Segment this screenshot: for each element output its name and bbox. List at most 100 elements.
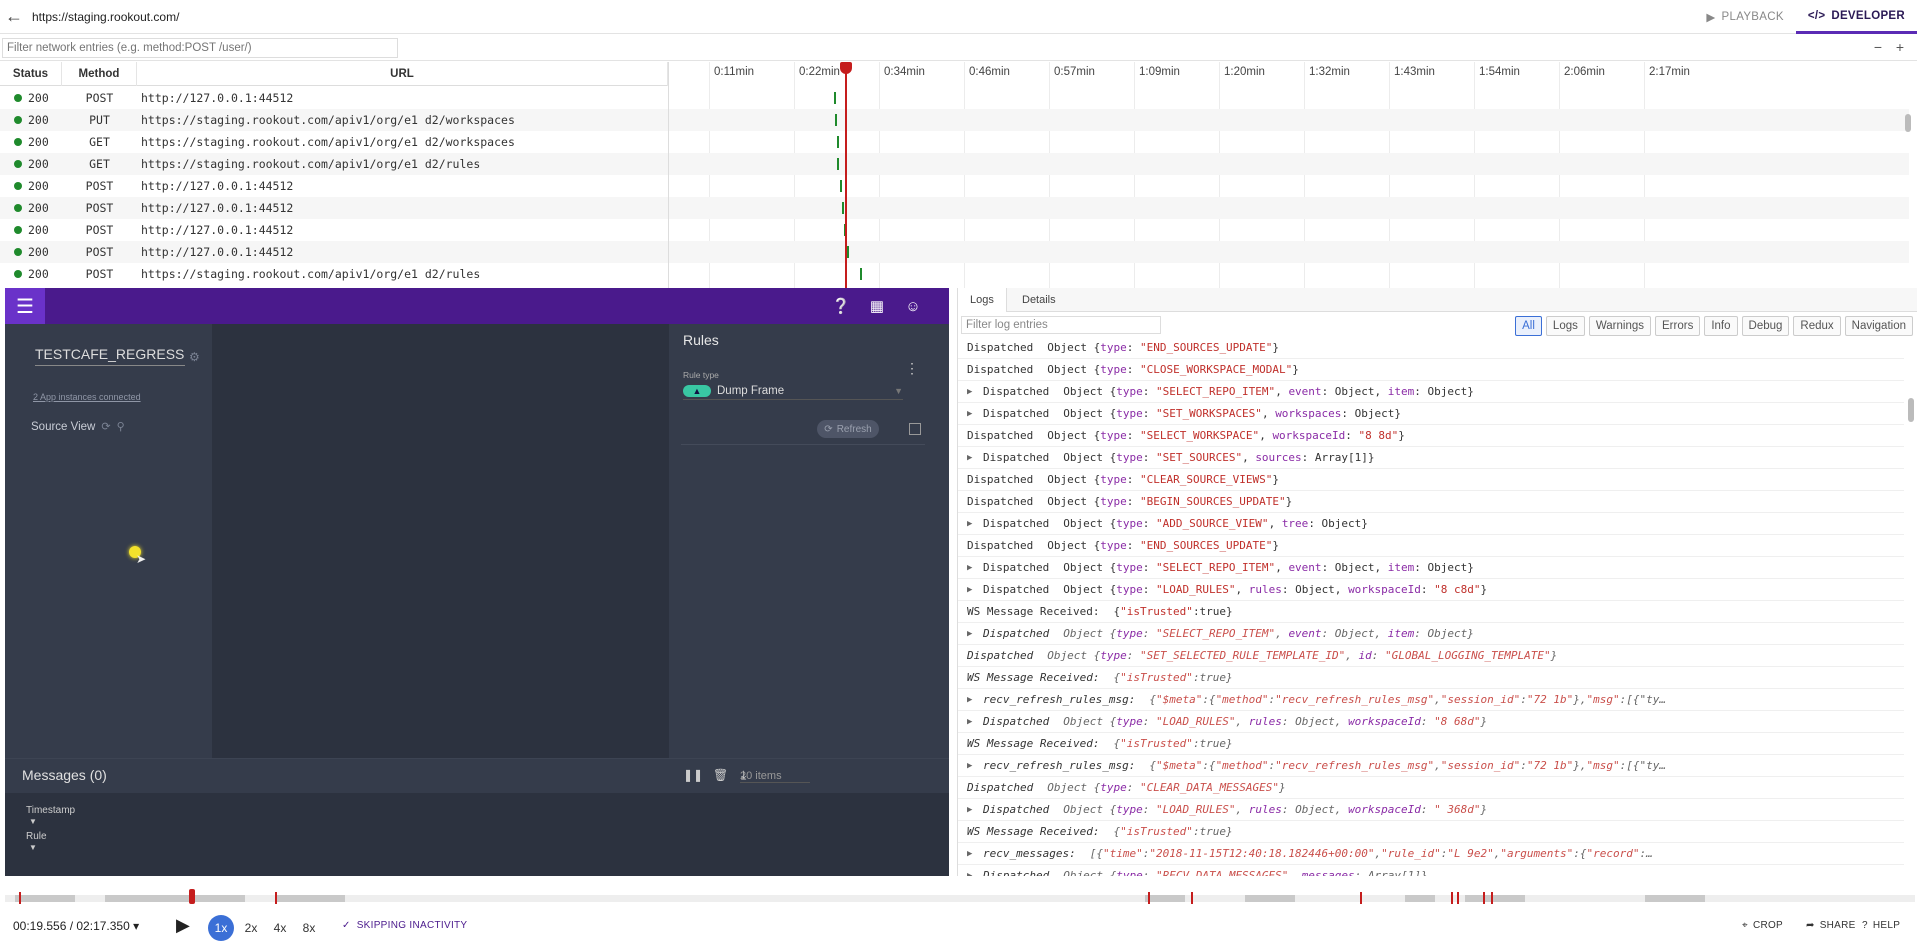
select-all-checkbox[interactable]: [909, 423, 921, 435]
request-timing-bar[interactable]: [835, 114, 837, 126]
level-filter-logs[interactable]: Logs: [1545, 316, 1585, 336]
expand-triangle-icon[interactable]: ▶: [967, 849, 983, 859]
hamburger-menu-icon[interactable]: ☰: [5, 288, 45, 324]
error-event-marker[interactable]: [1360, 892, 1362, 904]
pause-icon[interactable]: ❚❚: [683, 768, 703, 782]
network-row[interactable]: 200 POST http://127.0.0.1:44512: [0, 241, 668, 263]
status-column-header[interactable]: Status: [0, 62, 62, 86]
error-event-marker[interactable]: [275, 892, 277, 904]
trash-icon[interactable]: 🗑: [713, 768, 728, 782]
developer-mode-button[interactable]: </> DEVELOPER: [1795, 0, 1917, 34]
log-entry[interactable]: ▶ Dispatched Object {type: "SELECT_REPO_IT…: [958, 557, 1904, 579]
items-per-page-select[interactable]: 20 items: [740, 770, 810, 783]
expand-triangle-icon[interactable]: ▶: [967, 695, 983, 705]
playback-time[interactable]: 00:19.556 / 02:17.350 ▾: [13, 919, 139, 933]
network-row[interactable]: 200 POST http://127.0.0.1:44512: [0, 219, 668, 241]
search-icon[interactable]: ⚲: [117, 420, 125, 433]
help-circle-icon[interactable]: ❔: [831, 296, 851, 316]
log-entry[interactable]: ▶ recv_refresh_rules_msg: {"$meta":{"metho…: [958, 755, 1904, 777]
level-filter-all[interactable]: All: [1515, 316, 1542, 336]
rule-type-select[interactable]: ▲ Dump Frame ▼: [683, 382, 903, 400]
chevron-down-icon[interactable]: ▼: [29, 843, 37, 852]
log-entry[interactable]: ▶ Dispatched Object {type: "SELECT_REPO_IT…: [958, 623, 1904, 645]
network-row[interactable]: 200 POST http://127.0.0.1:44512: [0, 87, 668, 109]
error-event-marker[interactable]: [1457, 892, 1459, 904]
log-entry[interactable]: ▶ Dispatched Object {type: "SET_SOURCES", …: [958, 447, 1904, 469]
expand-triangle-icon[interactable]: ▶: [967, 409, 983, 419]
gear-icon[interactable]: ⚙: [189, 350, 200, 364]
expand-triangle-icon[interactable]: ▶: [967, 387, 983, 397]
expand-triangle-icon[interactable]: ▶: [967, 563, 983, 573]
help-button[interactable]: ? HELP: [1862, 920, 1900, 931]
request-timing-bar[interactable]: [860, 268, 862, 280]
log-entry[interactable]: ▶ recv_refresh_rules_msg: {"$meta":{"metho…: [958, 689, 1904, 711]
network-scrollbar[interactable]: [1905, 114, 1911, 132]
error-event-marker[interactable]: [1191, 892, 1193, 904]
error-event-marker[interactable]: [1483, 892, 1485, 904]
playback-scrubber[interactable]: [5, 889, 1915, 904]
request-timing-bar[interactable]: [847, 246, 849, 258]
expand-triangle-icon[interactable]: ▶: [967, 805, 983, 815]
scrubber-handle[interactable]: [189, 889, 195, 904]
account-icon[interactable]: ☺: [903, 296, 923, 316]
level-filter-warnings[interactable]: Warnings: [1588, 316, 1652, 336]
speed-4x-button[interactable]: 4x: [267, 915, 293, 941]
network-row[interactable]: 200 POST https://staging.rookout.com/apiv1…: [0, 263, 668, 285]
download-icon[interactable]: ⤓: [741, 768, 746, 783]
expand-triangle-icon[interactable]: ▶: [967, 717, 983, 727]
zoom-in-icon[interactable]: +: [1891, 39, 1909, 57]
crop-button[interactable]: ⌖ CROP: [1742, 920, 1783, 931]
log-entry[interactable]: ▶ Dispatched Object {type: "LOAD_RULES", r…: [958, 711, 1904, 733]
network-filter-input[interactable]: [2, 38, 398, 58]
speed-2x-button[interactable]: 2x: [238, 915, 264, 941]
request-timing-bar[interactable]: [842, 202, 844, 214]
network-row[interactable]: 200 POST http://127.0.0.1:44512: [0, 197, 668, 219]
more-vert-icon[interactable]: ⋮: [905, 360, 919, 377]
share-button[interactable]: ➦ SHARE: [1806, 920, 1856, 931]
speed-1x-button[interactable]: 1x: [208, 915, 234, 941]
level-filter-info[interactable]: Info: [1704, 316, 1738, 336]
expand-triangle-icon[interactable]: ▶: [967, 629, 983, 639]
timeline-playhead[interactable]: [845, 62, 847, 288]
request-timing-bar[interactable]: [834, 92, 836, 104]
speed-8x-button[interactable]: 8x: [296, 915, 322, 941]
expand-triangle-icon[interactable]: ▶: [967, 453, 983, 463]
level-filter-errors[interactable]: Errors: [1655, 316, 1701, 336]
error-event-marker[interactable]: [1491, 892, 1493, 904]
refresh-button[interactable]: ⟳ Refresh: [817, 420, 879, 438]
expand-triangle-icon[interactable]: ▶: [967, 585, 983, 595]
playback-mode-button[interactable]: ▶ PLAYBACK: [1694, 0, 1795, 34]
zoom-out-icon[interactable]: −: [1869, 39, 1887, 57]
play-button[interactable]: ▶: [176, 915, 190, 936]
log-entry[interactable]: ▶ Dispatched Object {type: "SET_WORKSPACES…: [958, 403, 1904, 425]
network-row[interactable]: 200 POST http://127.0.0.1:44512: [0, 175, 668, 197]
expand-triangle-icon[interactable]: ▶: [967, 761, 983, 771]
app-instances-link[interactable]: 2 App instances connected: [33, 392, 141, 402]
request-timing-bar[interactable]: [840, 180, 842, 192]
error-event-marker[interactable]: [19, 892, 21, 904]
workspace-name[interactable]: TESTCAFE_REGRESSI: [35, 346, 185, 366]
url-column-header[interactable]: URL: [137, 62, 668, 86]
network-row[interactable]: 200 GET https://staging.rookout.com/apiv1/…: [0, 131, 668, 153]
log-entry[interactable]: ▶ Dispatched Object {type: "RECV_DATA_MESS…: [958, 865, 1904, 876]
level-filter-debug[interactable]: Debug: [1741, 316, 1790, 336]
expand-triangle-icon[interactable]: ▶: [967, 871, 983, 877]
request-timing-bar[interactable]: [837, 158, 839, 170]
log-entry[interactable]: ▶ Dispatched Object {type: "LOAD_RULES", r…: [958, 799, 1904, 821]
level-filter-navigation[interactable]: Navigation: [1844, 316, 1913, 336]
refresh-icon[interactable]: ⟳: [101, 420, 110, 433]
request-timing-bar[interactable]: [837, 136, 839, 148]
back-arrow-icon[interactable]: ←: [0, 0, 28, 34]
log-entry[interactable]: ▶ Dispatched Object {type: "SELECT_REPO_IT…: [958, 381, 1904, 403]
log-entry[interactable]: ▶ Dispatched Object {type: "LOAD_RULES", r…: [958, 579, 1904, 601]
tab-details[interactable]: Details: [1010, 288, 1068, 312]
logs-scrollbar[interactable]: [1908, 398, 1914, 422]
method-column-header[interactable]: Method: [62, 62, 137, 86]
expand-triangle-icon[interactable]: ▶: [967, 519, 983, 529]
network-row[interactable]: 200 GET https://staging.rookout.com/apiv1/…: [0, 153, 668, 175]
log-entry[interactable]: ▶ recv_messages: [{"time":"2018-11-15T12:4…: [958, 843, 1904, 865]
log-filter-input[interactable]: Filter log entries: [961, 316, 1161, 334]
network-row[interactable]: 200 PUT https://staging.rookout.com/apiv1/…: [0, 109, 668, 131]
playhead-marker-icon[interactable]: [840, 62, 852, 74]
tab-logs[interactable]: Logs: [958, 288, 1007, 312]
